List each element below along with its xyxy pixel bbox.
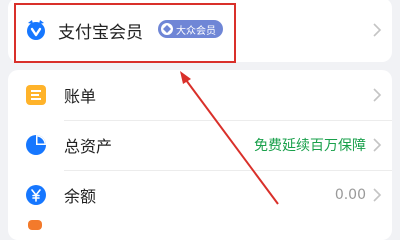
annotation-arrow — [180, 71, 279, 205]
